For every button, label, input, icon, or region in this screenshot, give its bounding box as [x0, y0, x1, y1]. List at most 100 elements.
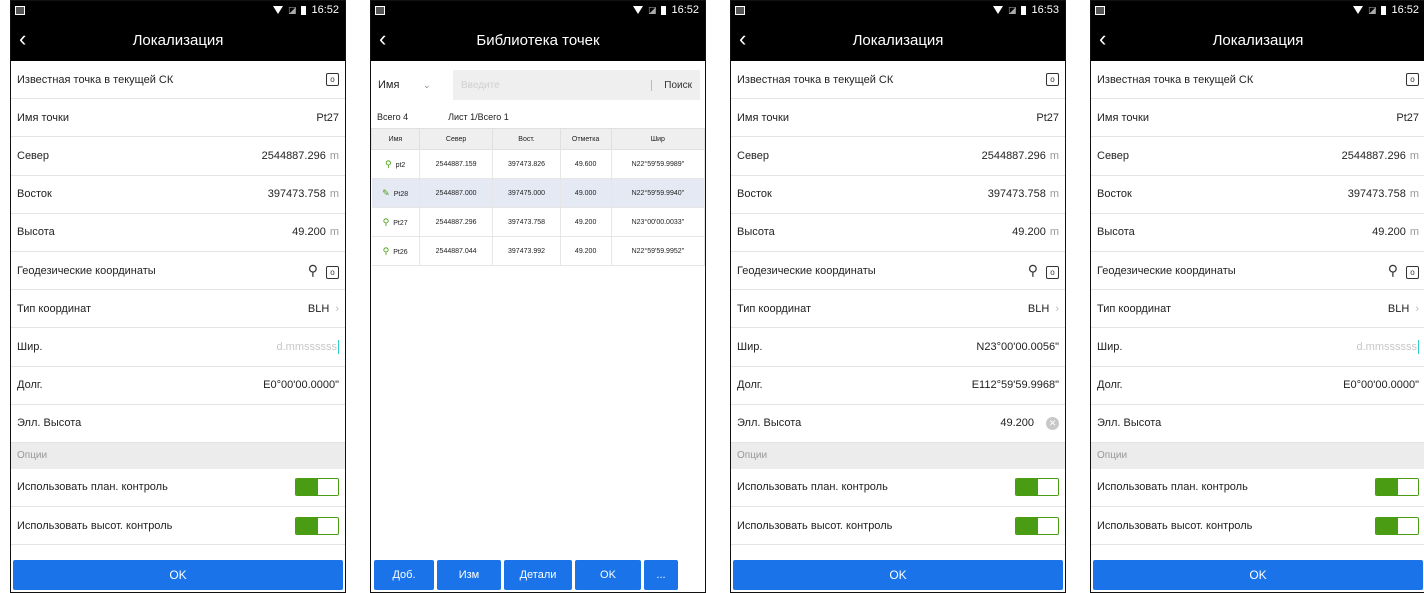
point-name-row[interactable]: Имя точки Pt27: [11, 99, 345, 138]
north-value[interactable]: 2544887.296: [262, 150, 326, 162]
ell-height-row[interactable]: Элл. Высота 49.200 ✕: [731, 405, 1065, 443]
localization-screen-1: ◪ 16:52 ‹ Локализация Известная точка в т…: [10, 0, 346, 593]
lat-row[interactable]: Шир. d.mmssssss: [11, 328, 345, 367]
east-row[interactable]: Восток 397473.758 m: [731, 176, 1065, 214]
point-name-value[interactable]: Pt27: [316, 112, 339, 124]
geodetic-label: Геодезические координаты: [17, 264, 156, 277]
point-name-row[interactable]: Имя точки Pt27: [1091, 99, 1424, 138]
point-library-icon[interactable]: o: [326, 73, 339, 87]
plan-control-toggle[interactable]: [1375, 478, 1419, 497]
east-value[interactable]: 397473.758: [988, 188, 1046, 200]
lon-row[interactable]: Долг. E0°00'00.0000": [11, 367, 345, 405]
ell-height-value[interactable]: 49.200: [1000, 417, 1034, 429]
table-cell-elev: 49.200: [560, 236, 612, 266]
location-pin-icon[interactable]: ⚲: [1028, 262, 1038, 278]
point-name-value[interactable]: Pt27: [1036, 112, 1059, 124]
status-bar: ◪ 16:52: [371, 1, 705, 19]
notification-icon: [1095, 5, 1105, 15]
table-row[interactable]: ⚲ Pt27 2544887.296 397473.758 49.200 N23°00'0…: [371, 207, 705, 237]
lon-value[interactable]: E0°00'00.0000": [263, 379, 339, 391]
lat-input[interactable]: d.mmssssss: [277, 341, 338, 353]
plan-control-toggle[interactable]: [1015, 478, 1059, 497]
coord-type-row[interactable]: Тип координат BLH ›: [11, 290, 345, 329]
ell-height-row[interactable]: Элл. Высота: [1091, 405, 1424, 443]
height-value[interactable]: 49.200: [1012, 226, 1046, 238]
height-control-toggle[interactable]: [1015, 516, 1059, 535]
table-row[interactable]: ⚲ pt2 2544887.159 397473.826 49.600 N22°59'59…: [371, 149, 705, 179]
height-value[interactable]: 49.200: [1372, 226, 1406, 238]
east-value[interactable]: 397473.758: [1348, 188, 1406, 200]
point-library-icon[interactable]: o: [1046, 73, 1059, 87]
lon-row[interactable]: Долг. E0°00'00.0000": [1091, 367, 1424, 405]
search-button[interactable]: Поиск: [651, 79, 692, 91]
ell-height-row[interactable]: Элл. Высота: [11, 405, 345, 443]
back-arrow-icon[interactable]: ‹: [739, 28, 746, 50]
point-library-icon[interactable]: o: [1406, 73, 1419, 87]
point-name-row[interactable]: Имя точки Pt27: [731, 99, 1065, 138]
page-indicator: Лист 1/Всего 1: [448, 112, 509, 122]
search-input[interactable]: Введите Поиск: [453, 70, 700, 100]
north-value[interactable]: 2544887.296: [1342, 150, 1406, 162]
battery-icon: [301, 5, 307, 15]
coord-type-row[interactable]: Тип координат BLH ›: [1091, 290, 1424, 329]
details-button[interactable]: Детали: [504, 560, 572, 590]
ok-button[interactable]: OK: [13, 560, 343, 590]
lon-value[interactable]: E0°00'00.0000": [1343, 379, 1419, 391]
height-control-row: Использовать высот. контроль: [11, 507, 345, 546]
coord-type-row[interactable]: Тип координат BLH ›: [731, 290, 1065, 329]
back-arrow-icon[interactable]: ‹: [379, 28, 386, 50]
coord-type-value[interactable]: BLH: [308, 303, 329, 315]
search-field-select[interactable]: Имя: [376, 79, 423, 91]
lon-row[interactable]: Долг. E112°59'59.9968": [731, 367, 1065, 405]
ok-button[interactable]: OK: [575, 560, 641, 590]
height-row[interactable]: Высота 49.200 m: [11, 214, 345, 252]
chevron-down-icon[interactable]: ⌄: [423, 80, 453, 91]
wifi-icon: [992, 6, 1003, 14]
back-arrow-icon[interactable]: ‹: [19, 28, 26, 50]
lat-input[interactable]: d.mmssssss: [1357, 341, 1418, 353]
lon-value[interactable]: E112°59'59.9968": [972, 379, 1059, 391]
coord-type-value[interactable]: BLH: [1388, 303, 1409, 315]
chevron-right-icon: ›: [335, 302, 339, 315]
height-control-toggle[interactable]: [295, 516, 339, 535]
plan-control-toggle[interactable]: [295, 478, 339, 497]
height-row[interactable]: Высота 49.200 m: [1091, 214, 1424, 252]
table-cell-east: 397475.000: [492, 178, 561, 208]
point-name-value[interactable]: Pt27: [1396, 112, 1419, 124]
table-row[interactable]: ✎ Pt28 2544887.000 397475.000 49.000 N22°59'5…: [371, 178, 705, 208]
back-arrow-icon[interactable]: ‹: [1099, 28, 1106, 50]
ok-button[interactable]: OK: [733, 560, 1063, 590]
point-library-icon[interactable]: o: [326, 266, 339, 280]
east-row[interactable]: Восток 397473.758 m: [11, 176, 345, 214]
clear-icon[interactable]: ✕: [1046, 416, 1059, 430]
geodetic-label: Геодезические координаты: [737, 264, 876, 277]
point-library-icon[interactable]: o: [1046, 266, 1059, 280]
point-library-icon[interactable]: o: [1406, 266, 1419, 280]
table-row[interactable]: ⚲ Pt26 2544887.044 397473.992 49.200 N22°59'5…: [371, 236, 705, 266]
ok-button[interactable]: OK: [1093, 560, 1423, 590]
east-value[interactable]: 397473.758: [268, 188, 326, 200]
table-cell-north: 2544887.044: [419, 236, 494, 266]
signal-icon: ◪: [287, 4, 297, 15]
lat-row[interactable]: Шир. N23°00'00.0056": [731, 328, 1065, 367]
east-row[interactable]: Восток 397473.758 m: [1091, 176, 1424, 214]
coord-type-value[interactable]: BLH: [1028, 303, 1049, 315]
north-value[interactable]: 2544887.296: [982, 150, 1046, 162]
lat-row[interactable]: Шир. d.mmssssss: [1091, 328, 1424, 367]
location-pin-icon[interactable]: ⚲: [308, 262, 318, 278]
height-row[interactable]: Высота 49.200 m: [731, 214, 1065, 252]
north-row[interactable]: Север 2544887.296 m: [731, 137, 1065, 176]
height-control-toggle[interactable]: [1375, 516, 1419, 535]
edit-button[interactable]: Изм: [437, 560, 501, 590]
lat-value[interactable]: N23°00'00.0056": [976, 341, 1059, 353]
page-title: Локализация: [852, 31, 944, 49]
more-button[interactable]: ...: [644, 560, 678, 590]
table-cell-elev: 49.200: [560, 207, 612, 237]
add-button[interactable]: Доб.: [374, 560, 434, 590]
north-row[interactable]: Север 2544887.296 m: [11, 137, 345, 176]
location-pin-icon[interactable]: ⚲: [1388, 262, 1398, 278]
height-value[interactable]: 49.200: [292, 226, 326, 238]
title-bar: ‹ Локализация: [1091, 19, 1424, 61]
points-table: Имя Север Вост. Отметка Шир ⚲ pt2 2544887.159 3…: [371, 128, 705, 266]
north-row[interactable]: Север 2544887.296 m: [1091, 137, 1424, 176]
